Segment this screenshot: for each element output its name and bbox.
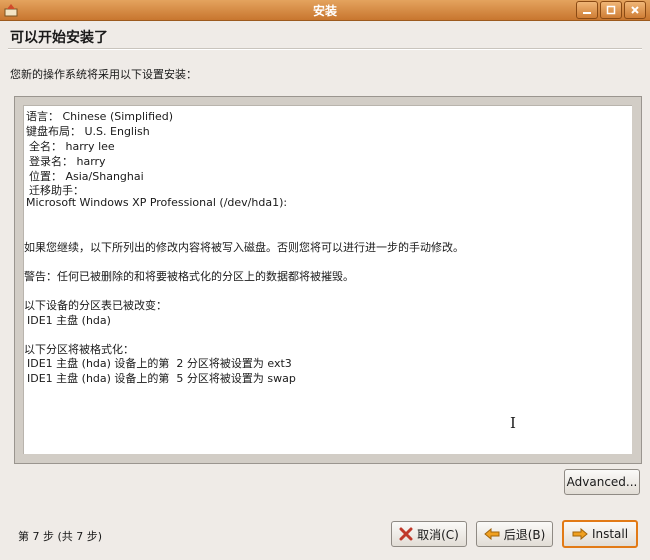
arrow-left-icon: [483, 528, 500, 540]
summary-login: 登录名： harry: [29, 155, 106, 168]
intro-text: 您新的操作系统将采用以下设置安装：: [10, 68, 197, 81]
title-bar[interactable]: 安装: [0, 0, 650, 21]
arrow-right-icon: [572, 528, 588, 540]
summary-language: 语言： Chinese (Simplified): [26, 110, 174, 123]
cancel-button-label: 取消(C): [417, 527, 459, 542]
summary-partition-heading: 以下设备的分区表已被改变：: [24, 299, 167, 312]
install-button-label: Install: [591, 527, 629, 541]
back-button[interactable]: 后退(B): [476, 521, 553, 547]
page-header: 可以开始安装了: [0, 21, 650, 49]
summary-format-item: IDE1 主盘 (hda) 设备上的第 2 分区将被设置为 ext3: [27, 357, 292, 370]
summary-textview[interactable]: 语言： Chinese (Simplified) 键盘布局： U.S. Engl…: [23, 105, 632, 454]
summary-frame: 语言： Chinese (Simplified) 键盘布局： U.S. Engl…: [14, 96, 642, 464]
window-controls: [576, 1, 646, 19]
page-title: 可以开始安装了: [10, 30, 108, 46]
summary-warning: 警告：任何已被删除的和将要被格式化的分区上的数据都将被摧毁。: [24, 270, 354, 283]
close-icon: [631, 6, 639, 14]
maximize-button[interactable]: [600, 1, 622, 19]
close-button[interactable]: [624, 1, 646, 19]
step-indicator: 第 7 步 (共 7 步): [18, 530, 103, 543]
summary-migration-source: Microsoft Windows XP Professional (/dev/…: [26, 196, 288, 209]
summary-partition-device: IDE1 主盘 (hda): [27, 314, 111, 327]
cancel-icon: [399, 527, 413, 541]
maximize-icon: [606, 5, 616, 15]
header-divider: [8, 48, 642, 50]
cancel-button[interactable]: 取消(C): [391, 521, 467, 547]
install-button[interactable]: Install: [562, 520, 638, 548]
installer-window: 安装 可以开始安装了 您新的操作系统将采用以下设置安装： 语言： Chinese…: [0, 0, 650, 560]
summary-format-item: IDE1 主盘 (hda) 设备上的第 5 分区将被设置为 swap: [27, 372, 296, 385]
minimize-icon: [583, 12, 591, 14]
summary-continue-note: 如果您继续，以下所列出的修改内容将被写入磁盘。否则您将可以进行进一步的手动修改。: [24, 241, 464, 254]
summary-keyboard: 键盘布局： U.S. English: [26, 125, 150, 138]
advanced-button-label: Advanced...: [566, 475, 638, 489]
back-button-label: 后退(B): [503, 527, 546, 542]
summary-fullname: 全名： harry lee: [29, 140, 115, 153]
text-cursor-icon: I: [510, 414, 516, 432]
minimize-button[interactable]: [576, 1, 598, 19]
advanced-button[interactable]: Advanced...: [564, 469, 640, 495]
window-title: 安装: [312, 4, 337, 18]
